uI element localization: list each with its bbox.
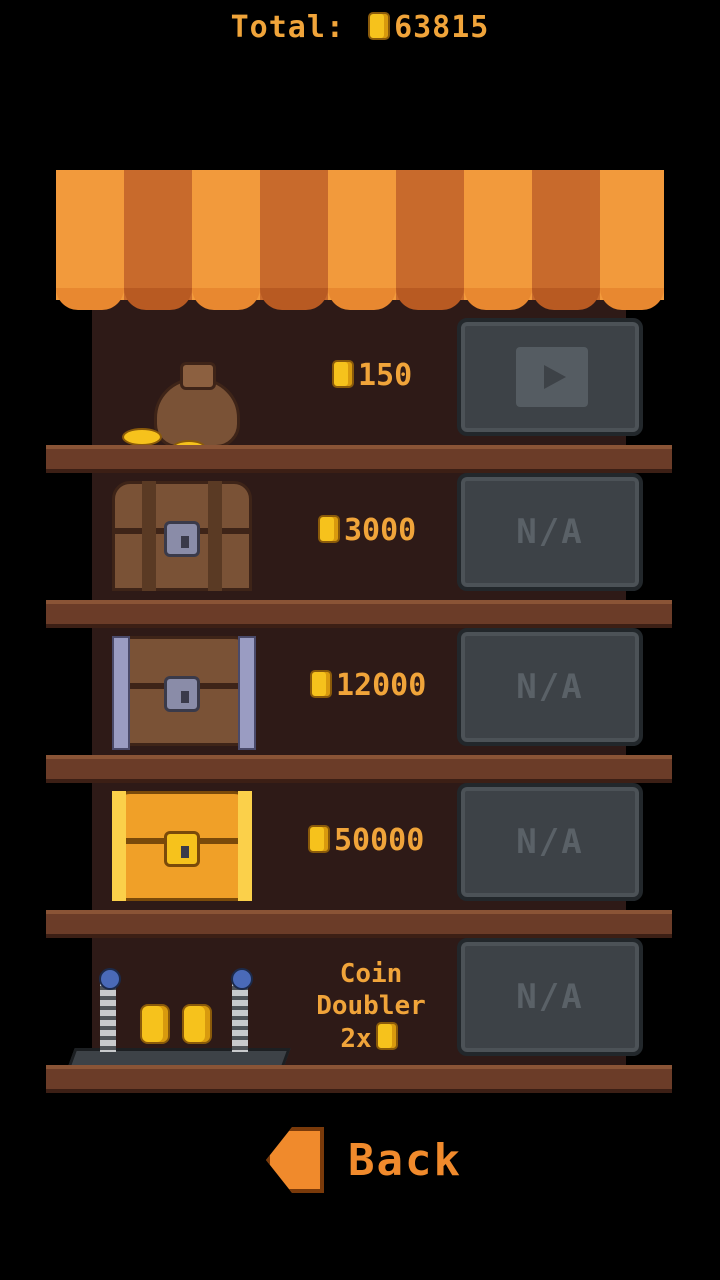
shop-item-wooden-chest: 3000 N/A — [46, 473, 672, 628]
item-price: 12000 — [306, 668, 426, 703]
lock-icon — [164, 831, 200, 867]
shelf-board — [46, 755, 672, 783]
shop-item-coin-doubler: Coin Doubler 2x N/A — [46, 938, 672, 1093]
coin-bag-icon — [122, 358, 246, 456]
coin-icon — [308, 825, 330, 853]
back-arrow-icon — [266, 1127, 324, 1193]
back-button[interactable]: Back — [266, 1120, 462, 1200]
item-price: 3000 — [314, 513, 416, 548]
shelf-board — [46, 445, 672, 473]
shelf-board — [46, 600, 672, 628]
buy-wooden-chest-button[interactable]: N/A — [457, 473, 643, 591]
shelf-board — [46, 910, 672, 938]
coin-icon — [375, 1022, 398, 1050]
shop-item-coin-bag: 150 — [46, 318, 672, 473]
item-price: 50000 — [304, 823, 424, 858]
buy-iron-chest-button[interactable]: N/A — [457, 628, 643, 746]
coin-icon — [368, 12, 391, 40]
buy-golden-chest-button[interactable]: N/A — [457, 783, 643, 901]
coin-icon — [332, 360, 354, 388]
buy-coin-doubler-button[interactable]: N/A — [457, 938, 643, 1056]
back-label: Back — [348, 1134, 462, 1186]
shop-item-iron-chest: 12000 N/A — [46, 628, 672, 783]
shop-shelf: 150 3000 N/A 12000 N/A 50000 N/A Coin Do… — [46, 170, 672, 1093]
lock-icon — [164, 676, 200, 712]
total-value: 63815 — [394, 10, 490, 45]
coin-icon — [318, 515, 340, 543]
wooden-chest-icon — [112, 481, 252, 591]
item-price: 150 — [328, 358, 412, 393]
total-coins-display: Total: 63815 — [0, 10, 720, 45]
golden-chest-icon — [112, 791, 252, 901]
shelf-board — [46, 1065, 672, 1093]
shop-item-golden-chest: 50000 N/A — [46, 783, 672, 938]
video-play-icon — [516, 347, 588, 407]
shop-awning — [56, 170, 664, 310]
total-label: Total: — [230, 10, 345, 45]
watch-video-button[interactable] — [457, 318, 643, 436]
coin-doubler-label: Coin Doubler 2x — [316, 959, 426, 1054]
coin-icon — [310, 670, 332, 698]
coin-doubler-icon — [65, 968, 291, 1078]
iron-chest-icon — [112, 636, 256, 750]
lock-icon — [164, 521, 200, 557]
